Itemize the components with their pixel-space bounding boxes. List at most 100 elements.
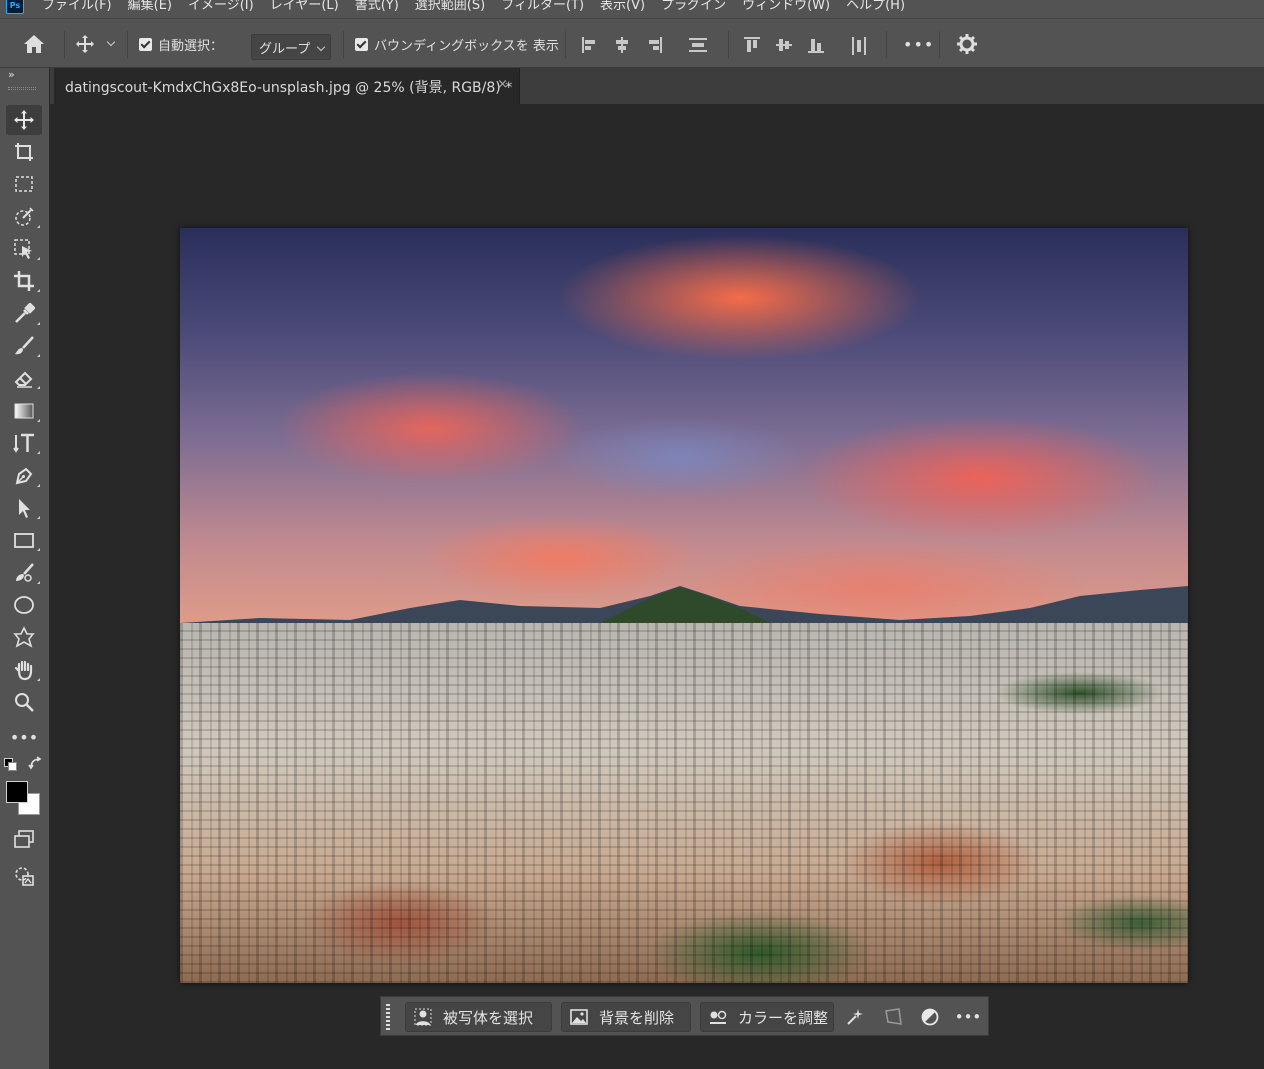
- menu-file[interactable]: ファイル(F): [42, 0, 112, 13]
- align-vertical-centers-icon[interactable]: [776, 37, 792, 53]
- quick-selection-tool[interactable]: [6, 234, 42, 264]
- eyedropper-icon: [15, 303, 35, 323]
- select-subject-button[interactable]: 被写体を選択: [405, 1002, 552, 1032]
- generative-fill-button[interactable]: [844, 1006, 866, 1028]
- half-circle-icon: [921, 1008, 939, 1026]
- document-canvas[interactable]: [180, 228, 1188, 983]
- auto-select-checkbox[interactable]: 自動選択：: [139, 19, 223, 69]
- menu-filter[interactable]: フィルター(T): [501, 0, 584, 13]
- collapse-panel-icon[interactable]: »: [8, 68, 15, 81]
- contextual-task-bar: 被写体を選択 背景を削除 カラーを調整 •••: [380, 996, 989, 1036]
- remove-tool[interactable]: [6, 558, 42, 588]
- checkbox-checked-icon: [139, 37, 152, 51]
- zoom-tool[interactable]: [6, 687, 42, 717]
- move-icon: [76, 35, 94, 53]
- quick-mask-icon: [15, 867, 34, 886]
- ellipse-icon: [14, 596, 34, 614]
- menu-view[interactable]: 表示(V): [600, 0, 645, 13]
- object-selection-tool[interactable]: [6, 202, 42, 232]
- screen-mode-button[interactable]: [6, 824, 42, 854]
- align-right-edges-icon[interactable]: [646, 37, 662, 53]
- type-icon: [13, 433, 34, 453]
- align-top-edges-icon[interactable]: [744, 37, 760, 53]
- task-bar-more-button[interactable]: •••: [955, 1006, 982, 1028]
- align-left-edges-icon[interactable]: [582, 37, 598, 53]
- default-colors-icon[interactable]: [4, 758, 18, 772]
- cursor-arrow-icon: [19, 499, 30, 518]
- menu-bar: Ps ファイル(F) 編集(E) イメージ(I) レイヤー(L) 書式(Y) 選…: [0, 0, 1264, 18]
- foreground-color-swatch[interactable]: [6, 781, 28, 803]
- zoom-icon: [15, 693, 34, 712]
- transform-icon: [885, 1008, 902, 1025]
- tools-panel: » •••: [0, 68, 50, 1069]
- quick-mask-button[interactable]: [6, 861, 42, 891]
- canvas-image-city: [180, 623, 1188, 983]
- home-icon: [24, 35, 44, 53]
- adjustment-layer-button[interactable]: [919, 1006, 941, 1028]
- align-bottom-edges-icon[interactable]: [808, 37, 824, 53]
- menu-type[interactable]: 書式(Y): [355, 0, 399, 13]
- transform-button[interactable]: [882, 1006, 904, 1028]
- type-tool[interactable]: [6, 428, 42, 458]
- photoshop-logo: Ps: [6, 0, 24, 14]
- adjust-color-button[interactable]: カラーを調整: [700, 1002, 834, 1032]
- remove-background-button[interactable]: 背景を削除: [561, 1002, 691, 1032]
- pen-icon: [15, 467, 33, 485]
- move-tool-preset-button[interactable]: [74, 19, 116, 69]
- menu-select[interactable]: 選択範囲(S): [415, 0, 485, 13]
- brush-icon: [15, 336, 34, 355]
- image-icon: [570, 1009, 588, 1025]
- auto-select-target-dropdown[interactable]: グループ: [251, 34, 331, 60]
- eraser-tool[interactable]: [6, 363, 42, 393]
- distribute-vertical-icon[interactable]: [689, 37, 707, 53]
- hand-tool[interactable]: [6, 655, 42, 685]
- menu-help[interactable]: ヘルプ(H): [846, 0, 905, 13]
- menu-layer[interactable]: レイヤー(L): [270, 0, 339, 13]
- more-options-button[interactable]: •••: [903, 19, 934, 69]
- custom-shape-icon: [13, 626, 35, 648]
- gradient-tool[interactable]: [6, 396, 42, 426]
- close-icon[interactable]: ×: [497, 77, 508, 92]
- rectangle-tool[interactable]: [6, 525, 42, 555]
- gradient-icon: [14, 403, 34, 419]
- hand-icon: [14, 660, 33, 681]
- align-horizontal-centers-icon[interactable]: [614, 37, 630, 53]
- settings-button[interactable]: [956, 19, 978, 69]
- pen-tool[interactable]: [6, 461, 42, 491]
- show-bounding-box-checkbox[interactable]: バウンディングボックスを 表示: [355, 19, 559, 69]
- artboard-icon: [15, 143, 33, 161]
- auto-select-target-value: グループ: [259, 42, 311, 57]
- adjust-color-icon: [710, 1010, 727, 1024]
- auto-select-label: 自動選択：: [158, 38, 224, 54]
- crop-tool[interactable]: [6, 266, 42, 296]
- document-tab[interactable]: datingscout-KmdxChGx8Eo-unsplash.jpg @ 2…: [54, 68, 520, 104]
- select-subject-icon: [414, 1008, 432, 1026]
- path-selection-tool[interactable]: [6, 493, 42, 523]
- home-button[interactable]: [22, 19, 46, 69]
- menu-plugins[interactable]: プラグイン: [661, 0, 726, 13]
- crop-icon: [14, 271, 34, 291]
- rectangular-marquee-tool[interactable]: [6, 169, 42, 199]
- eyedropper-tool[interactable]: [6, 299, 42, 329]
- menu-window[interactable]: ウィンドウ(W): [742, 0, 830, 13]
- gear-icon: [957, 34, 977, 54]
- screen-mode-icon: [14, 830, 34, 848]
- marquee-icon: [15, 176, 33, 192]
- chevron-down-icon: [316, 42, 326, 52]
- artboard-tool[interactable]: [6, 137, 42, 167]
- custom-shape-tool[interactable]: [6, 622, 42, 652]
- bounding-box-label: バウンディングボックスを 表示: [374, 38, 559, 54]
- rectangle-icon: [14, 533, 34, 548]
- brush-tool[interactable]: [6, 331, 42, 361]
- task-bar-grip[interactable]: [386, 1004, 390, 1030]
- menu-image[interactable]: イメージ(I): [188, 0, 254, 13]
- edit-toolbar-button[interactable]: •••: [6, 722, 42, 752]
- swap-colors-icon[interactable]: [28, 756, 44, 776]
- object-select-icon: [14, 239, 32, 259]
- eraser-icon: [14, 371, 33, 388]
- panel-grip[interactable]: [8, 87, 36, 90]
- move-tool[interactable]: [6, 105, 42, 135]
- distribute-horizontal-icon[interactable]: [851, 37, 867, 55]
- ellipse-tool[interactable]: [6, 590, 42, 620]
- menu-edit[interactable]: 編集(E): [128, 0, 172, 13]
